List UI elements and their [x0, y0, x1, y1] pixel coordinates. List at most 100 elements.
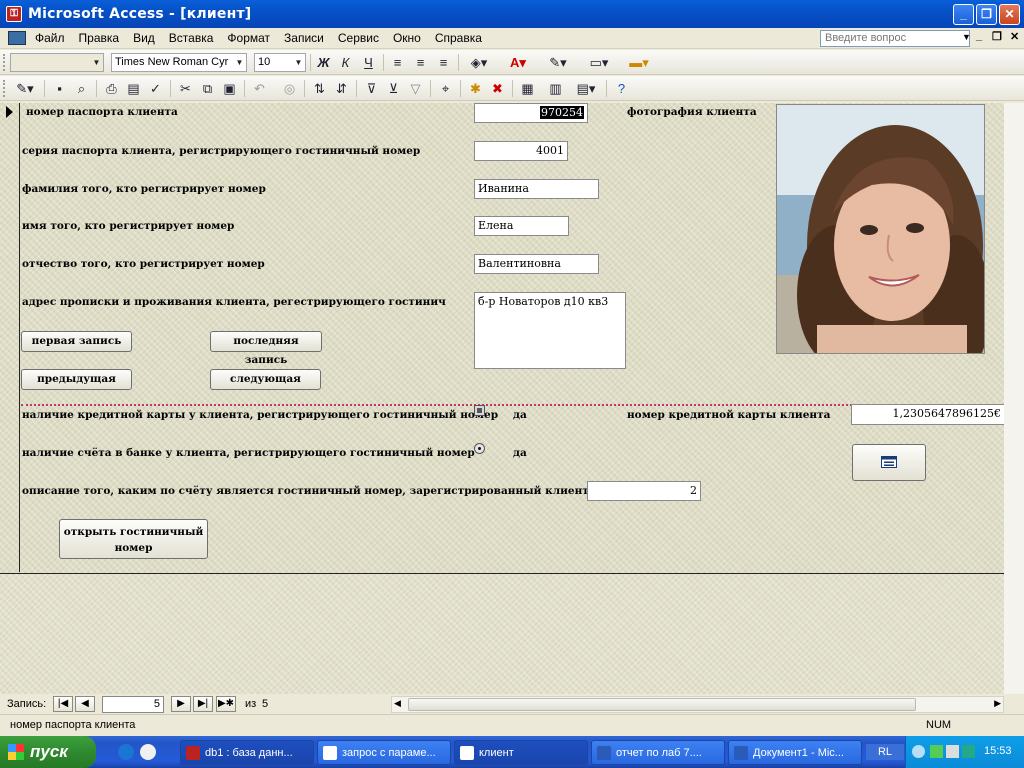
ie-quicklaunch-icon[interactable]: [140, 744, 156, 760]
align-right-icon[interactable]: ≡: [434, 53, 453, 72]
language-indicator[interactable]: RL: [866, 744, 904, 760]
access-app-icon[interactable]: ⚿: [6, 6, 22, 22]
copy-icon[interactable]: ⧉: [198, 79, 217, 98]
tray-volume-icon[interactable]: [946, 745, 959, 758]
form-icon[interactable]: [8, 31, 26, 45]
passport-series-field[interactable]: 4001: [474, 141, 568, 161]
last-record-button[interactable]: последняя запись: [210, 331, 322, 366]
undo-icon[interactable]: ↶: [250, 79, 269, 98]
new-record-icon[interactable]: ✱: [466, 79, 485, 98]
filter-by-form-icon[interactable]: ⊻: [384, 79, 403, 98]
task-client[interactable]: клиент: [454, 740, 588, 765]
task-db1[interactable]: db1 : база данн...: [180, 740, 314, 765]
align-left-icon[interactable]: ≡: [388, 53, 407, 72]
passport-number-field[interactable]: 970254: [474, 103, 588, 123]
menu-help[interactable]: Справка: [428, 31, 489, 45]
scroll-left-icon[interactable]: ◀: [394, 698, 401, 709]
view-icon[interactable]: ✎▾: [10, 79, 40, 98]
surname-field[interactable]: Иванина: [474, 179, 599, 199]
task-report[interactable]: отчет по лаб 7....: [591, 740, 725, 765]
vertical-scroll-area[interactable]: [1004, 103, 1024, 694]
underline-button[interactable]: Ч: [359, 53, 378, 72]
has-card-checkbox[interactable]: [474, 405, 485, 416]
ask-question-input[interactable]: Введите вопрос: [820, 30, 970, 47]
next-record-nav-icon[interactable]: ▶: [171, 696, 191, 712]
minimize-button[interactable]: _: [953, 3, 974, 25]
tray-antivirus-icon[interactable]: [962, 745, 975, 758]
sort-ascending-icon[interactable]: ⇅: [310, 79, 329, 98]
card-number-field[interactable]: 1,2305647896125€: [851, 404, 1004, 425]
ask-dropdown-icon[interactable]: ▼: [962, 32, 971, 42]
first-record-nav-icon[interactable]: |◀: [53, 696, 73, 712]
save-icon[interactable]: ▪: [50, 79, 69, 98]
menu-insert[interactable]: Вставка: [162, 31, 221, 45]
close-button[interactable]: ✕: [999, 3, 1020, 25]
open-room-button[interactable]: открыть гостиничный номер: [59, 519, 208, 559]
apply-filter-icon[interactable]: ▽: [406, 79, 425, 98]
menu-window[interactable]: Окно: [386, 31, 428, 45]
database-window-icon[interactable]: ▥: [546, 79, 565, 98]
bold-button[interactable]: Ж: [314, 53, 333, 72]
toolbar-grip[interactable]: [3, 54, 6, 71]
file-search-icon[interactable]: ⌕: [72, 79, 91, 98]
start-button[interactable]: пуск: [0, 736, 96, 768]
last-record-nav-icon[interactable]: ▶|: [193, 696, 213, 712]
help-icon[interactable]: ?: [612, 79, 631, 98]
current-record-input[interactable]: 5: [102, 696, 164, 713]
border-width-icon[interactable]: ▭▾: [582, 53, 616, 72]
client-photo[interactable]: [776, 104, 985, 354]
restore-button[interactable]: ❐: [976, 3, 997, 25]
mdi-minimize-button[interactable]: _: [976, 30, 982, 42]
font-size-combo[interactable]: 10 ▼: [254, 53, 306, 72]
print-icon[interactable]: ⎙: [102, 79, 121, 98]
address-field[interactable]: б-р Новаторов д10 кв3: [474, 292, 626, 369]
new-object-icon[interactable]: ▤▾: [570, 79, 602, 98]
spelling-icon[interactable]: ✓: [146, 79, 165, 98]
new-record-nav-icon[interactable]: ▶✱: [216, 696, 236, 712]
mdi-close-button[interactable]: ✕: [1010, 30, 1019, 43]
menu-view[interactable]: Вид: [126, 31, 162, 45]
italic-button[interactable]: К: [336, 53, 355, 72]
first-record-button[interactable]: первая запись: [21, 331, 132, 352]
open-form-button[interactable]: [852, 444, 926, 481]
menu-file[interactable]: Файл: [28, 31, 72, 45]
room-description-field[interactable]: 2: [587, 481, 701, 501]
next-record-button[interactable]: следующая: [210, 369, 321, 390]
previous-record-nav-icon[interactable]: ◀: [75, 696, 95, 712]
scroll-right-icon[interactable]: ▶: [994, 698, 1001, 709]
menu-tools[interactable]: Сервис: [331, 31, 386, 45]
patronymic-field[interactable]: Валентиновна: [474, 254, 599, 274]
menu-format[interactable]: Формат: [220, 31, 277, 45]
chevron-down-icon[interactable]: ▼: [233, 54, 246, 71]
font-color-icon[interactable]: A▾: [502, 53, 534, 72]
tray-network-icon[interactable]: [930, 745, 943, 758]
toolbar-grip[interactable]: [3, 80, 6, 97]
chevron-down-icon[interactable]: ▼: [292, 54, 305, 71]
has-account-radio[interactable]: [474, 443, 485, 454]
object-combo[interactable]: ▼: [10, 53, 104, 72]
font-combo[interactable]: Times New Roman Cyr ▼: [111, 53, 247, 72]
mdi-restore-button[interactable]: ❐: [992, 30, 1002, 43]
sort-descending-icon[interactable]: ⇵: [332, 79, 351, 98]
line-color-icon[interactable]: ✎▾: [542, 53, 574, 72]
print-preview-icon[interactable]: ▤: [124, 79, 143, 98]
align-center-icon[interactable]: ≡: [411, 53, 430, 72]
name-field[interactable]: Елена: [474, 216, 569, 236]
find-icon[interactable]: ⌖: [436, 79, 455, 98]
paste-icon[interactable]: ▣: [220, 79, 239, 98]
task-document1[interactable]: Документ1 - Mic...: [728, 740, 862, 765]
browser-quicklaunch-icon[interactable]: [118, 744, 134, 760]
fill-color-icon[interactable]: ◈▾: [464, 53, 494, 72]
menu-edit[interactable]: Правка: [72, 31, 127, 45]
chevron-down-icon[interactable]: ▼: [90, 54, 103, 71]
record-selector[interactable]: [0, 103, 20, 572]
task-query[interactable]: запрос с параме...: [317, 740, 451, 765]
scroll-thumb[interactable]: [408, 698, 916, 711]
menu-records[interactable]: Записи: [277, 31, 331, 45]
horizontal-scrollbar[interactable]: ◀ ▶: [391, 696, 1004, 713]
tray-collapse-icon[interactable]: [912, 745, 925, 758]
delete-record-icon[interactable]: ✖: [488, 79, 507, 98]
previous-record-button[interactable]: предыдущая: [21, 369, 132, 390]
hyperlink-icon[interactable]: ◎: [280, 79, 299, 98]
special-effect-icon[interactable]: ▬▾: [622, 53, 656, 72]
